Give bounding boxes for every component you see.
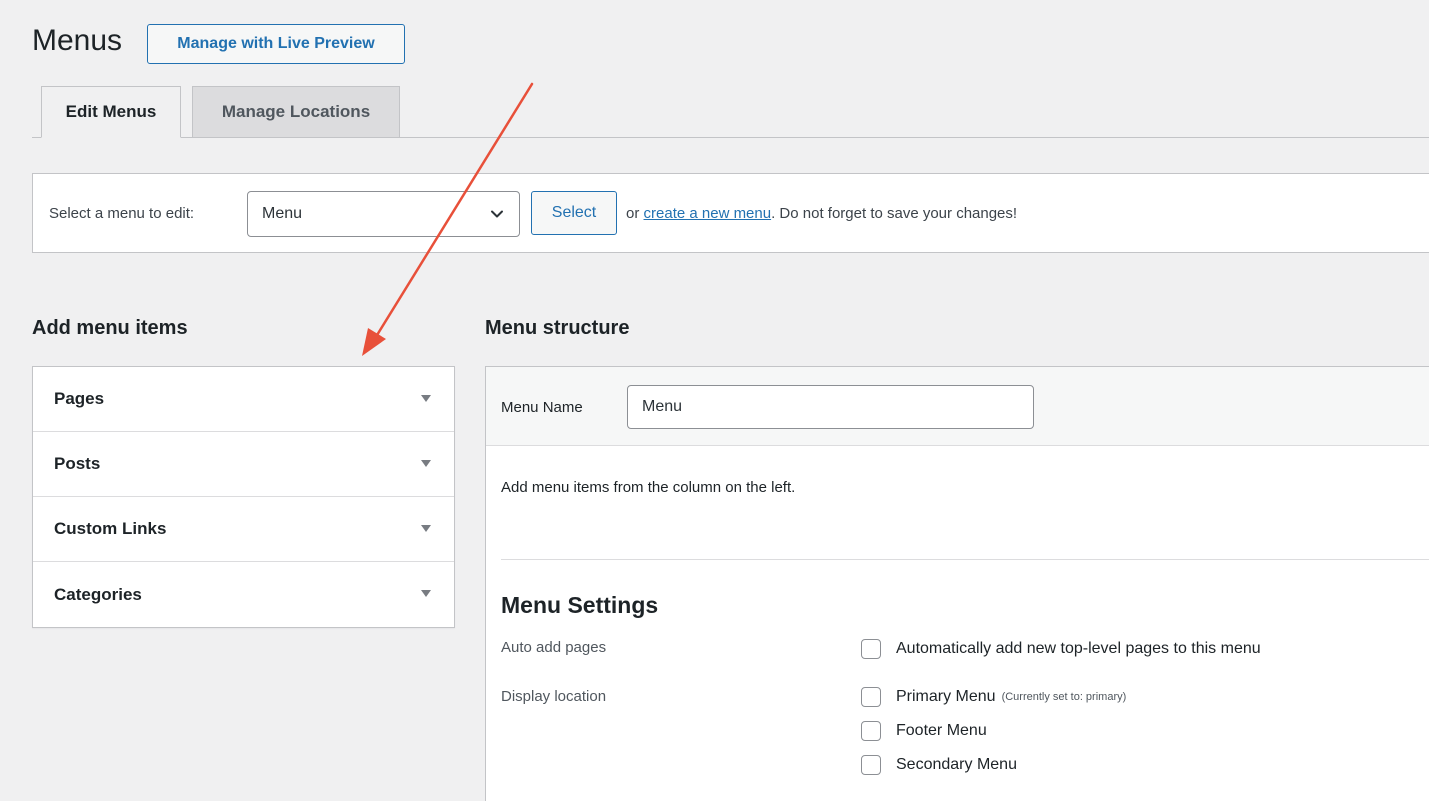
menu-settings-heading: Menu Settings	[501, 592, 659, 618]
auto-add-checkbox[interactable]	[861, 639, 881, 659]
tab-manage-locations[interactable]: Manage Locations	[192, 86, 400, 138]
page-title: Menus	[32, 24, 123, 57]
menu-structure-panel: Menu Name Add menu items from the column…	[485, 366, 1429, 801]
accordion-label: Pages	[54, 389, 105, 408]
chevron-down-icon	[491, 210, 503, 218]
menu-select-dropdown[interactable]: Menu	[247, 191, 520, 237]
divider	[501, 559, 1429, 560]
secondary-menu-checkbox[interactable]	[861, 755, 881, 775]
menu-name-input[interactable]	[627, 385, 1034, 429]
triangle-down-icon	[421, 395, 431, 402]
primary-menu-checkbox[interactable]	[861, 687, 881, 707]
add-menu-items-accordion: Pages Posts Custom Links Categories	[32, 366, 455, 628]
select-button[interactable]: Select	[531, 191, 617, 235]
helper-suffix: . Do not forget to save your changes!	[771, 205, 1018, 222]
accordion-label: Posts	[54, 454, 101, 473]
menu-structure-heading: Menu structure	[485, 317, 630, 339]
menu-select-panel: Select a menu to edit: Menu Select or cr…	[32, 173, 1429, 253]
accordion-label: Categories	[54, 584, 142, 604]
create-new-menu-link[interactable]: create a new menu	[644, 205, 772, 222]
location-footer-row[interactable]: Footer Menu	[861, 721, 987, 741]
accordion-categories[interactable]: Categories	[33, 562, 454, 627]
menu-name-header: Menu Name	[486, 367, 1429, 446]
location-primary-row[interactable]: Primary Menu (Currently set to: primary)	[861, 687, 1126, 707]
tab-edit-menus[interactable]: Edit Menus	[41, 86, 181, 138]
accordion-pages[interactable]: Pages	[33, 367, 454, 432]
helper-prefix: or	[626, 205, 640, 222]
accordion-posts[interactable]: Posts	[33, 432, 454, 497]
menu-name-label: Menu Name	[501, 399, 583, 416]
footer-menu-label: Footer Menu	[896, 722, 987, 739]
primary-menu-note: (Currently set to: primary)	[1001, 691, 1127, 703]
auto-add-pages-label: Auto add pages	[501, 639, 607, 656]
primary-menu-label: Primary Menu	[896, 688, 996, 705]
triangle-down-icon	[421, 590, 431, 597]
location-secondary-row[interactable]: Secondary Menu	[861, 755, 1017, 775]
menu-structure-help-text: Add menu items from the column on the le…	[501, 479, 796, 496]
add-menu-items-heading: Add menu items	[32, 317, 188, 339]
accordion-label: Custom Links	[54, 519, 167, 538]
triangle-down-icon	[421, 525, 431, 532]
select-menu-label: Select a menu to edit:	[49, 205, 195, 222]
annotation-arrowhead-icon	[362, 328, 386, 356]
select-helper-text: or create a new menu. Do not forget to s…	[626, 205, 1017, 222]
triangle-down-icon	[421, 460, 431, 467]
manage-live-preview-button[interactable]: Manage with Live Preview	[147, 24, 405, 64]
secondary-menu-label: Secondary Menu	[896, 756, 1017, 773]
display-location-label: Display location	[501, 688, 607, 705]
auto-add-option-label: Automatically add new top-level pages to…	[896, 640, 1261, 657]
menu-select-value: Menu	[262, 205, 303, 222]
auto-add-checkbox-row[interactable]: Automatically add new top-level pages to…	[861, 639, 1261, 659]
footer-menu-checkbox[interactable]	[861, 721, 881, 741]
accordion-custom-links[interactable]: Custom Links	[33, 497, 454, 562]
